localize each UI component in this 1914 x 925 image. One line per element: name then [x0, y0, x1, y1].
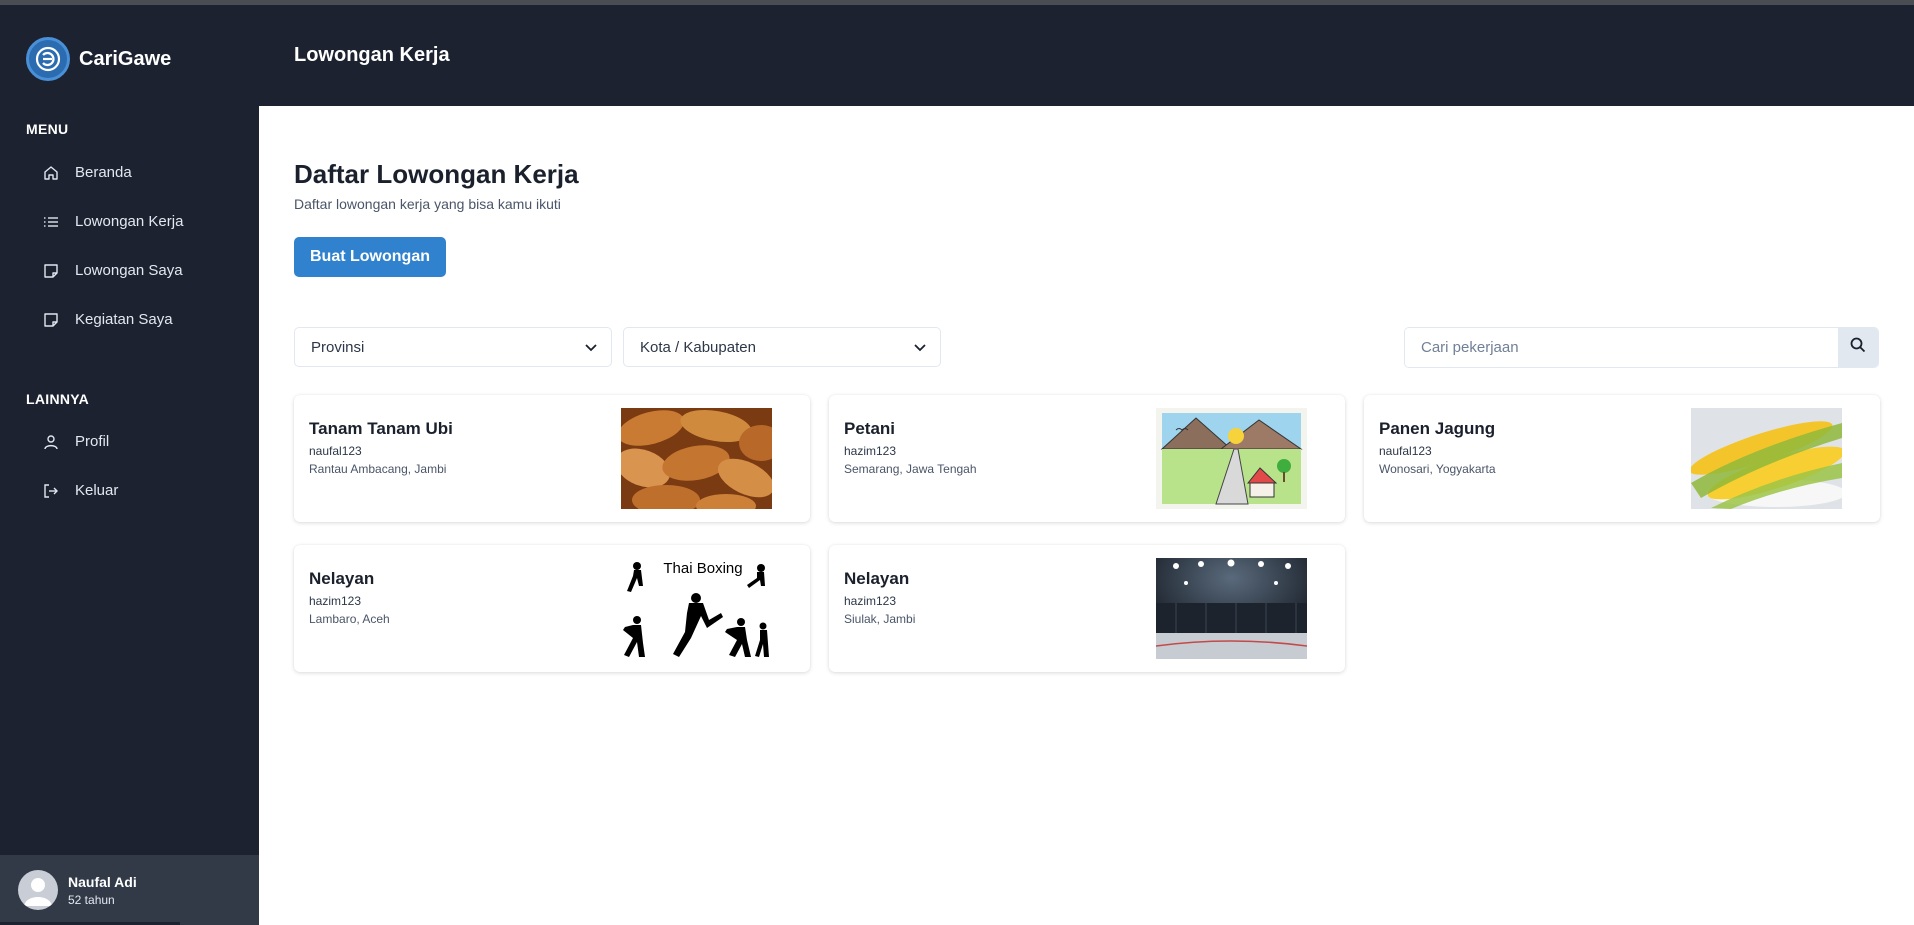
search-icon [1850, 337, 1866, 358]
search-box [1404, 327, 1879, 368]
main-menu: Beranda Lowongan Kerja Lowongan Saya Keg… [0, 148, 259, 344]
job-image-corn [1691, 408, 1842, 509]
job-card[interactable]: Nelayan hazim123 Siulak, Jambi [829, 545, 1345, 672]
user-name: Naufal Adi [68, 873, 137, 890]
job-card[interactable]: Nelayan hazim123 Lambaro, Aceh Thai Boxi… [294, 545, 810, 672]
job-card[interactable]: Panen Jagung naufal123 Wonosari, Yogyaka… [1364, 395, 1880, 522]
search-input[interactable] [1405, 328, 1838, 367]
job-location: Siulak, Jambi [844, 612, 916, 626]
sidebar-item-lowongan-kerja[interactable]: Lowongan Kerja [0, 197, 259, 246]
chevron-down-icon [585, 339, 597, 356]
page-subtitle: Daftar lowongan kerja yang bisa kamu iku… [294, 196, 561, 212]
search-button[interactable] [1838, 328, 1878, 367]
sidebar-item-lowongan-saya[interactable]: Lowongan Saya [0, 246, 259, 295]
job-image-sweet-potatoes [621, 408, 772, 509]
job-user: naufal123 [1379, 444, 1432, 458]
user-profile-box[interactable]: Naufal Adi 52 tahun [0, 855, 259, 925]
other-section-title: LAINNYA [26, 391, 90, 407]
city-select-value: Kota / Kabupaten [640, 338, 756, 356]
job-location: Wonosari, Yogyakarta [1379, 462, 1496, 476]
home-icon [42, 164, 60, 182]
image-caption: Thai Boxing [663, 560, 742, 577]
sidebar: CariGawe MENU Beranda Lowongan Kerja Low… [0, 5, 259, 925]
sidebar-item-label: Beranda [75, 164, 132, 181]
brand[interactable]: CariGawe [26, 37, 171, 81]
job-title: Panen Jagung [1379, 419, 1496, 438]
sidebar-item-keluar[interactable]: Keluar [0, 466, 259, 515]
list-icon [42, 213, 60, 231]
brand-logo-icon [26, 37, 70, 81]
sidebar-item-label: Profil [75, 433, 110, 450]
note-icon [42, 262, 60, 280]
user-icon [42, 433, 60, 451]
province-select-value: Provinsi [311, 338, 365, 356]
job-image-arena [1156, 558, 1307, 659]
sidebar-item-beranda[interactable]: Beranda [0, 148, 259, 197]
avatar [18, 870, 58, 910]
job-card[interactable]: Petani hazim123 Semarang, Jawa Tengah [829, 395, 1345, 522]
province-select[interactable]: Provinsi [294, 327, 612, 367]
chevron-down-icon [914, 339, 926, 356]
job-title: Tanam Tanam Ubi [309, 419, 453, 438]
menu-section-title: MENU [26, 121, 69, 137]
city-select[interactable]: Kota / Kabupaten [623, 327, 941, 367]
job-location: Semarang, Jawa Tengah [844, 462, 977, 476]
job-user: hazim123 [844, 594, 897, 608]
sidebar-item-kegiatan-saya[interactable]: Kegiatan Saya [0, 295, 259, 344]
sidebar-item-label: Keluar [75, 482, 119, 499]
job-image-farm-drawing [1156, 408, 1307, 509]
job-location: Rantau Ambacang, Jambi [309, 462, 447, 476]
sidebar-item-profil[interactable]: Profil [0, 417, 259, 466]
brand-name: CariGawe [79, 47, 172, 70]
header-title: Lowongan Kerja [294, 44, 450, 66]
job-user: naufal123 [309, 444, 362, 458]
other-menu: Profil Keluar [0, 417, 259, 515]
job-card[interactable]: Tanam Tanam Ubi naufal123 Rantau Ambacan… [294, 395, 810, 522]
sidebar-item-label: Lowongan Saya [75, 262, 183, 279]
note-icon [42, 311, 60, 329]
logout-icon [42, 482, 60, 500]
top-header: Lowongan Kerja [259, 5, 1914, 106]
job-title: Petani [844, 419, 896, 438]
job-user: hazim123 [844, 444, 897, 458]
main-content: Daftar Lowongan Kerja Daftar lowongan ke… [259, 106, 1914, 925]
job-title: Nelayan [844, 569, 910, 588]
create-job-button[interactable]: Buat Lowongan [294, 237, 446, 277]
user-age: 52 tahun [68, 892, 115, 907]
job-title: Nelayan [309, 569, 375, 588]
sidebar-item-label: Lowongan Kerja [75, 213, 184, 230]
page-title: Daftar Lowongan Kerja [294, 159, 579, 189]
sidebar-item-label: Kegiatan Saya [75, 311, 173, 328]
job-location: Lambaro, Aceh [309, 612, 390, 626]
job-user: hazim123 [309, 594, 362, 608]
job-image-thai-boxing: Thai Boxing [621, 558, 772, 659]
